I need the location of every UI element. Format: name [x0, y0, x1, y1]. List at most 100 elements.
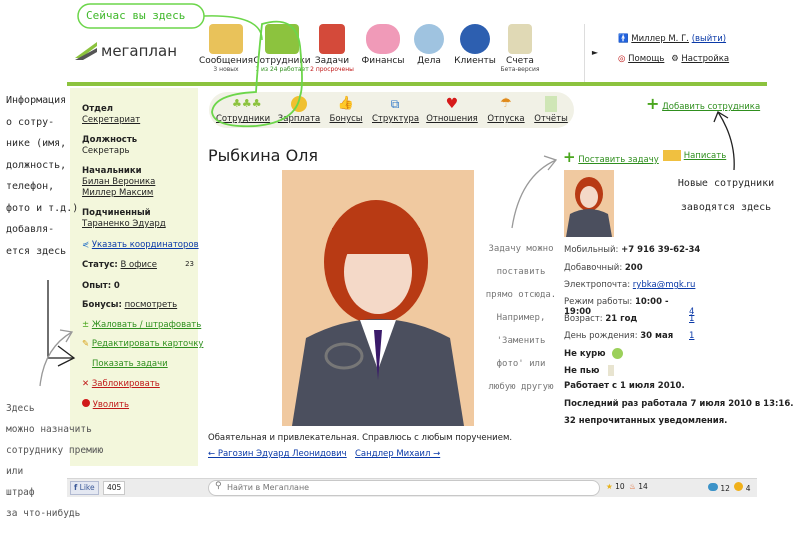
subordinate-link[interactable]: Тараненко Эдуард — [82, 219, 196, 230]
photo-thumbnail[interactable] — [564, 170, 614, 237]
warn-count: 4 — [745, 484, 751, 493]
warning-icon — [734, 482, 744, 491]
write-button[interactable]: Написать — [663, 150, 726, 161]
tab-label: Сотрудники — [216, 114, 271, 124]
collapse-arrow[interactable]: ► — [584, 24, 605, 82]
info-ext: Добавочный: 200 — [564, 263, 643, 273]
bonus-arrow — [39, 331, 73, 387]
user-name[interactable]: Миллер М. Г. — [631, 34, 689, 44]
tab-label: Зарплата — [277, 114, 321, 124]
complain-label: Жаловать / штрафовать — [91, 320, 202, 330]
dept-value[interactable]: Секретариат — [82, 115, 196, 126]
portrait-illustration — [282, 170, 474, 426]
user-icon: 🚹 — [618, 34, 629, 44]
boss-link[interactable]: Билан Вероника — [82, 177, 196, 188]
info-label: Электропочта: — [564, 280, 631, 290]
annotation-line: о сотру- — [6, 116, 55, 128]
block-button[interactable]: ✕ Заблокировать — [82, 379, 160, 389]
status-count: 23 — [185, 260, 194, 268]
bubble-count: 12 — [720, 484, 730, 493]
tab-label: Бонусы — [329, 114, 363, 124]
new-emp-arrow — [717, 111, 735, 171]
boss-link[interactable]: Миллер Максим — [82, 188, 196, 199]
bonus-link[interactable]: посмотреть — [125, 300, 178, 310]
logo-text: мегаплан — [101, 42, 178, 60]
here-annotation: Сейчас вы здесь — [86, 9, 186, 22]
people-icon — [265, 24, 299, 54]
plus-icon: + — [563, 148, 576, 166]
position-label: Должность — [82, 135, 138, 145]
info-label: Мобильный: — [564, 245, 619, 255]
annotation-line: штраф — [6, 487, 35, 498]
employee-photo — [282, 170, 474, 426]
search-field[interactable]: ⚲ — [208, 480, 600, 496]
info-email: Электропочта: rybka@mgk.ru — [564, 280, 695, 290]
annotation-line: должность, — [6, 159, 67, 171]
employee-description: Обаятельная и привлекательная. Справлюсь… — [208, 433, 513, 443]
coin-icon — [291, 96, 307, 112]
email-link[interactable]: rybka@mgk.ru — [633, 280, 696, 290]
next-employee-link[interactable]: Сандлер Михаил → — [355, 449, 440, 459]
nav-sub: 2 просрочены — [310, 66, 354, 73]
block-label: Заблокировать — [91, 379, 160, 389]
info-value: +7 916 39-62-34 — [621, 245, 701, 255]
tab-employees[interactable]: ♣♣♣ Сотрудники — [216, 96, 271, 124]
thumb-illustration — [566, 177, 612, 237]
invoice-icon — [508, 24, 532, 54]
annotation-line: можно назначить — [6, 424, 92, 435]
position-value: Секретарь — [82, 146, 130, 156]
target-icon — [460, 24, 490, 54]
annotation-line: фото и т.д.) — [6, 202, 79, 214]
share-icon: ⋞ — [82, 240, 90, 250]
like-count: 405 — [103, 481, 126, 495]
set-task-button[interactable]: + Поставить задачу — [563, 148, 659, 166]
bday-count-link[interactable]: 1 — [689, 331, 694, 341]
logout-link[interactable]: (выйти) — [692, 34, 726, 44]
search-icon: ⚲ — [215, 481, 222, 491]
cross-icon: ✕ — [82, 379, 90, 389]
settings-link[interactable]: Настройка — [681, 54, 729, 64]
user-block: 🚹 Миллер М. Г. (выйти) — [618, 34, 726, 44]
add-employee-button[interactable]: + Добавить сотрудника — [646, 94, 760, 113]
nav-invoices[interactable]: Счета Бета-версия — [490, 24, 550, 73]
top-divider — [67, 82, 767, 86]
show-tasks-label: Показать задачи — [92, 359, 168, 369]
edit-card-button[interactable]: ✎ Редактировать карточку — [82, 339, 203, 349]
bonus-annotation: Здесь можно назначить сотруднику премию … — [6, 398, 103, 524]
exp-row: Опыт: 0 — [82, 281, 120, 291]
tab-bonus[interactable]: 👍 Бонусы — [324, 96, 368, 124]
exp-value: 0 — [113, 281, 120, 291]
annotation-line: любую другую — [488, 382, 554, 392]
annotation-line: фото' или — [496, 359, 546, 369]
tab-salary[interactable]: Зарплата — [276, 96, 322, 124]
age-count-link[interactable]: 1 — [689, 314, 694, 324]
coords-link[interactable]: ⋞ Указать координаторов — [82, 240, 199, 250]
nav-label: Дела — [417, 56, 441, 66]
show-tasks-link[interactable]: Показать задачи — [92, 359, 168, 369]
edit-card-label: Редактировать карточку — [91, 339, 204, 349]
speech-bubble-icon — [708, 483, 718, 491]
complain-button[interactable]: ± Жаловать / штрафовать — [82, 320, 201, 330]
notify-messages[interactable]: 12 4 — [708, 482, 751, 493]
info-age: Возраст: 21 год 1 — [564, 314, 694, 324]
notify-stars[interactable]: ★ 10 ♨ 14 — [606, 482, 648, 491]
tab-label: Структура — [372, 114, 420, 124]
envelope-icon — [209, 24, 243, 54]
flame-icon: ♨ — [629, 482, 636, 491]
status-value[interactable]: В офисе — [121, 260, 157, 270]
nav-messages[interactable]: Сообщения 3 новых — [196, 24, 256, 73]
prev-employee-link[interactable]: ← Рагозин Эдуард Леонидович — [208, 449, 347, 459]
logo[interactable]: мегаплан — [73, 36, 193, 64]
sidebar-info: Отдел Секретариат Должность Секретарь На… — [82, 104, 196, 230]
annotation-line: добавля- — [6, 224, 55, 235]
tab-reports[interactable]: Отчёты — [532, 96, 570, 124]
info-annotation: Информация о сотру- нике (имя, должность… — [6, 90, 78, 262]
tab-vacations[interactable]: ☂ Отпуска — [484, 96, 528, 124]
tab-structure[interactable]: ⧉ Структура — [372, 96, 420, 124]
tab-label: Отчёты — [534, 114, 568, 124]
search-input[interactable] — [227, 481, 587, 493]
help-link[interactable]: Помощь — [628, 54, 664, 64]
nav-sub: 3 новых — [213, 66, 239, 73]
tab-relations[interactable]: ♥ Отношения — [426, 96, 478, 124]
bonus-row: Бонусы: посмотреть — [82, 300, 177, 310]
